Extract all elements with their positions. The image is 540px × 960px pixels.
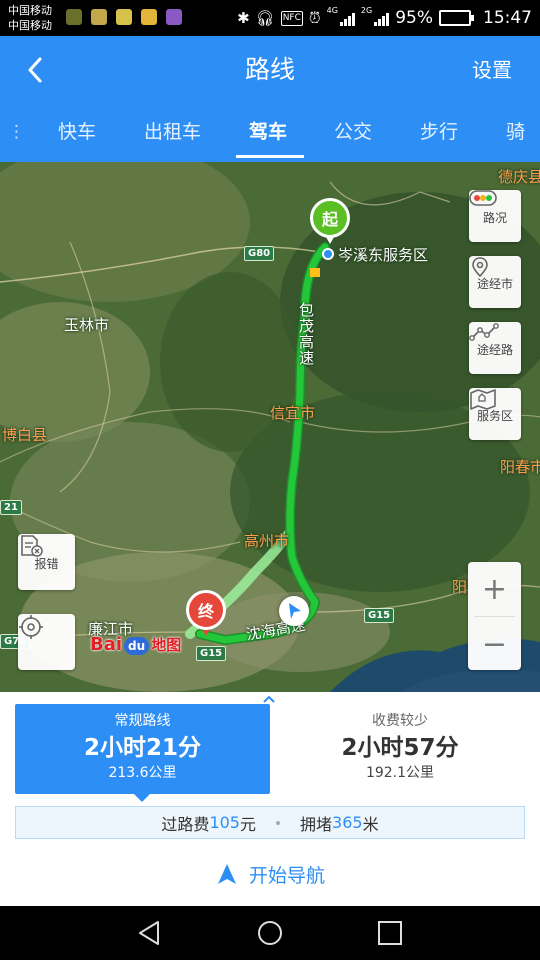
location-pin-icon: [472, 257, 488, 278]
city-label-deqing: 德庆县: [498, 168, 540, 186]
toll-unit: 元: [239, 814, 256, 834]
route-name: 收费较少: [372, 713, 428, 729]
route-name: 常规路线: [114, 713, 171, 729]
locate-me-button[interactable]: [18, 614, 75, 670]
app-notification-icon: [141, 9, 157, 25]
clock: 15:47: [483, 8, 532, 28]
active-tab-indicator: [236, 155, 304, 158]
via-road-button[interactable]: 途经路: [469, 322, 521, 374]
notification-icons: [66, 9, 182, 25]
traffic-light-icon: [469, 190, 497, 206]
highway-shield-g15: G15: [364, 608, 395, 623]
route-distance: 213.6公里: [108, 765, 177, 781]
road-label-baomao: 包茂高速: [297, 302, 315, 366]
end-pin[interactable]: 终: [186, 590, 226, 640]
current-location-icon: [279, 596, 309, 626]
app-notification-icon: [66, 9, 82, 25]
highway-shield-g15: G15: [196, 646, 227, 661]
traffic-toggle-button[interactable]: 路况: [469, 190, 521, 242]
route-option-alternative[interactable]: 收费较少 2小时57分 192.1公里: [280, 704, 520, 794]
map-fold-icon: [470, 389, 496, 410]
highway-shield: 21: [0, 500, 22, 515]
route-duration: 2小时21分: [83, 735, 201, 761]
route-info-bar: 过路费 105 元 拥堵 365 米: [15, 806, 525, 839]
signal-icon: [339, 11, 355, 26]
city-label-yulin: 玉林市: [64, 316, 110, 334]
satellite-terrain: [0, 162, 540, 692]
route-line-icon: [469, 323, 499, 341]
report-error-button[interactable]: 报错: [18, 534, 75, 590]
toll-prefix: 过路费: [161, 814, 210, 834]
place-label-start-service-area: 岑溪东服务区: [338, 246, 429, 264]
city-label-gaozhou: 高州市: [244, 532, 290, 550]
service-area-button[interactable]: 服务区: [469, 388, 521, 440]
tab-express-car[interactable]: 快车: [58, 118, 96, 146]
app-header: 路线 设置: [0, 36, 540, 104]
carrier-name: 中国移动: [8, 4, 52, 17]
city-label-yang: 阳: [452, 578, 468, 596]
back-triangle-icon[interactable]: [136, 919, 164, 947]
network-type: 2G: [360, 6, 373, 15]
toll-amount: 105: [209, 813, 240, 832]
tab-driving[interactable]: 驾车: [249, 118, 287, 146]
signal-icon: [374, 11, 390, 26]
tab-bus[interactable]: 公交: [334, 118, 372, 146]
highway-shield-g80: G80: [244, 246, 275, 261]
carrier-info: 中国移动 中国移动: [8, 3, 52, 33]
end-pin-label: 终: [186, 590, 226, 630]
traffic-label: 路况: [482, 210, 507, 225]
route-option-primary[interactable]: 常规路线 2小时21分 213.6公里: [15, 704, 270, 802]
zoom-in-button[interactable]: +: [468, 562, 521, 616]
report-document-icon: [21, 535, 43, 557]
city-label-yangchun: 阳春市: [500, 458, 540, 476]
navigation-arrow-icon: [217, 864, 236, 884]
app-notification-icon: [166, 9, 182, 25]
locate-icon: [19, 615, 43, 639]
start-pin[interactable]: 起: [310, 198, 350, 248]
jam-unit: 米: [362, 814, 379, 834]
network-type: 4G: [326, 6, 338, 15]
transport-mode-tabs: ⋮ 快车 出租车 驾车 公交 步行 骑: [0, 104, 540, 162]
settings-button[interactable]: 设置: [472, 56, 512, 84]
separator-dot: [276, 820, 280, 825]
route-options-panel: 常规路线 2小时21分 213.6公里 收费较少 2小时57分 192.1公里 …: [0, 692, 540, 906]
home-circle-icon[interactable]: [256, 919, 284, 947]
start-navigation-label: 开始导航: [248, 864, 325, 887]
alarm-icon: ⏰︎: [308, 9, 321, 27]
page-title: 路线: [244, 55, 295, 84]
status-indicators: ✱ 🎧︎ NFC ⏰︎ 4G 2G 95% 15:47: [237, 0, 532, 36]
zoom-control: + −: [468, 562, 521, 670]
tab-walking[interactable]: 步行: [420, 118, 458, 146]
baidu-map-logo: Bai du 地图: [90, 634, 182, 655]
city-label-bobai: 博白县: [2, 426, 48, 444]
jam-prefix: 拥堵: [300, 814, 333, 834]
system-navigation-bar: [0, 906, 540, 960]
headphones-icon: 🎧︎: [255, 9, 275, 27]
battery-icon: [439, 10, 474, 26]
start-pin-label: 起: [310, 198, 350, 238]
recent-apps-square-icon[interactable]: [376, 919, 404, 947]
status-bar: 中国移动 中国移动 ✱ 🎧︎ NFC ⏰︎ 4G 2G 95% 15:47: [0, 0, 540, 36]
start-navigation-button[interactable]: 开始导航: [0, 852, 540, 896]
via-city-button[interactable]: 途经市: [469, 256, 521, 308]
route-map[interactable]: 岑溪东服务区 德庆县 玉林市 博白县 信宜市 阳春市 高州市 廉江市 阳 包茂高…: [0, 162, 540, 692]
route-duration: 2小时57分: [341, 735, 459, 761]
battery-percent: 95%: [395, 8, 433, 28]
via-road-label: 途经路: [476, 342, 513, 357]
more-tabs-icon[interactable]: ⋮: [8, 119, 25, 145]
carrier-name: 中国移动: [8, 19, 52, 32]
jam-amount: 365: [332, 813, 363, 832]
nfc-icon: NFC: [280, 10, 303, 26]
app-notification-icon: [116, 9, 132, 25]
city-label-xinyi: 信宜市: [270, 404, 316, 422]
zoom-out-button[interactable]: −: [468, 617, 521, 671]
tab-taxi[interactable]: 出租车: [144, 118, 201, 146]
route-distance: 192.1公里: [365, 765, 435, 781]
app-notification-icon: [91, 9, 107, 25]
tab-cycling[interactable]: 骑: [506, 118, 525, 146]
bluetooth-icon: ✱: [237, 9, 250, 27]
